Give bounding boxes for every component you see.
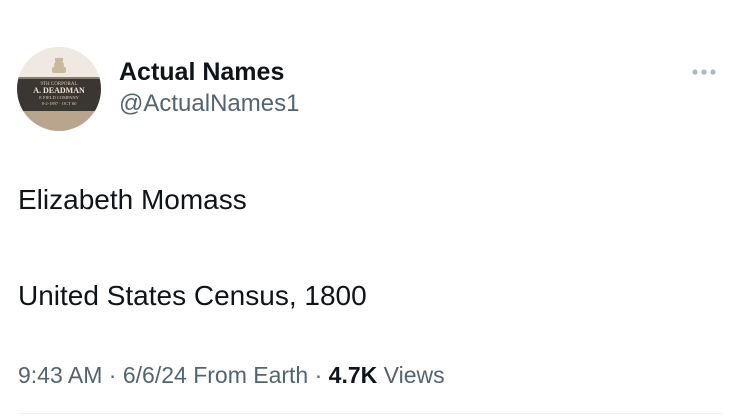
tweet-time[interactable]: 9:43 AM: [18, 362, 102, 388]
plaque-unit: E FIELD COMPANY: [39, 95, 80, 100]
plaque-dates: 8-2-1897 · OCT 60: [42, 101, 78, 106]
tweet-source: From Earth: [193, 362, 309, 388]
meta-separator: ·: [102, 362, 123, 388]
tweet-meta: 9:43 AM · 6/6/24 From Earth · 4.7K Views: [18, 359, 718, 391]
tweet-date[interactable]: 6/6/24: [123, 362, 187, 388]
tweet-line-name: Elizabeth Momass: [18, 184, 247, 215]
avatar[interactable]: 9TH CORPORAL A. DEADMAN E FIELD COMPANY …: [17, 47, 101, 131]
divider: [18, 413, 722, 414]
plaque-name: A. DEADMAN: [33, 86, 85, 95]
more-horizontal-icon: [692, 69, 716, 75]
author-block: Actual Names @ActualNames1: [119, 56, 599, 120]
meta-separator: ·: [308, 362, 329, 388]
tweet-line-source: United States Census, 1800: [18, 280, 367, 311]
views-count[interactable]: 4.7K: [329, 362, 378, 388]
tweet-text: Elizabeth Momass United States Census, 1…: [18, 176, 718, 320]
avatar-plaque-image: 9TH CORPORAL A. DEADMAN E FIELD COMPANY …: [17, 47, 101, 131]
tweet[interactable]: 9TH CORPORAL A. DEADMAN E FIELD COMPANY …: [0, 0, 740, 417]
handle[interactable]: @ActualNames1: [119, 88, 599, 120]
views-label: Views: [383, 362, 445, 388]
more-options-button[interactable]: [688, 62, 724, 82]
display-name[interactable]: Actual Names: [119, 56, 599, 88]
